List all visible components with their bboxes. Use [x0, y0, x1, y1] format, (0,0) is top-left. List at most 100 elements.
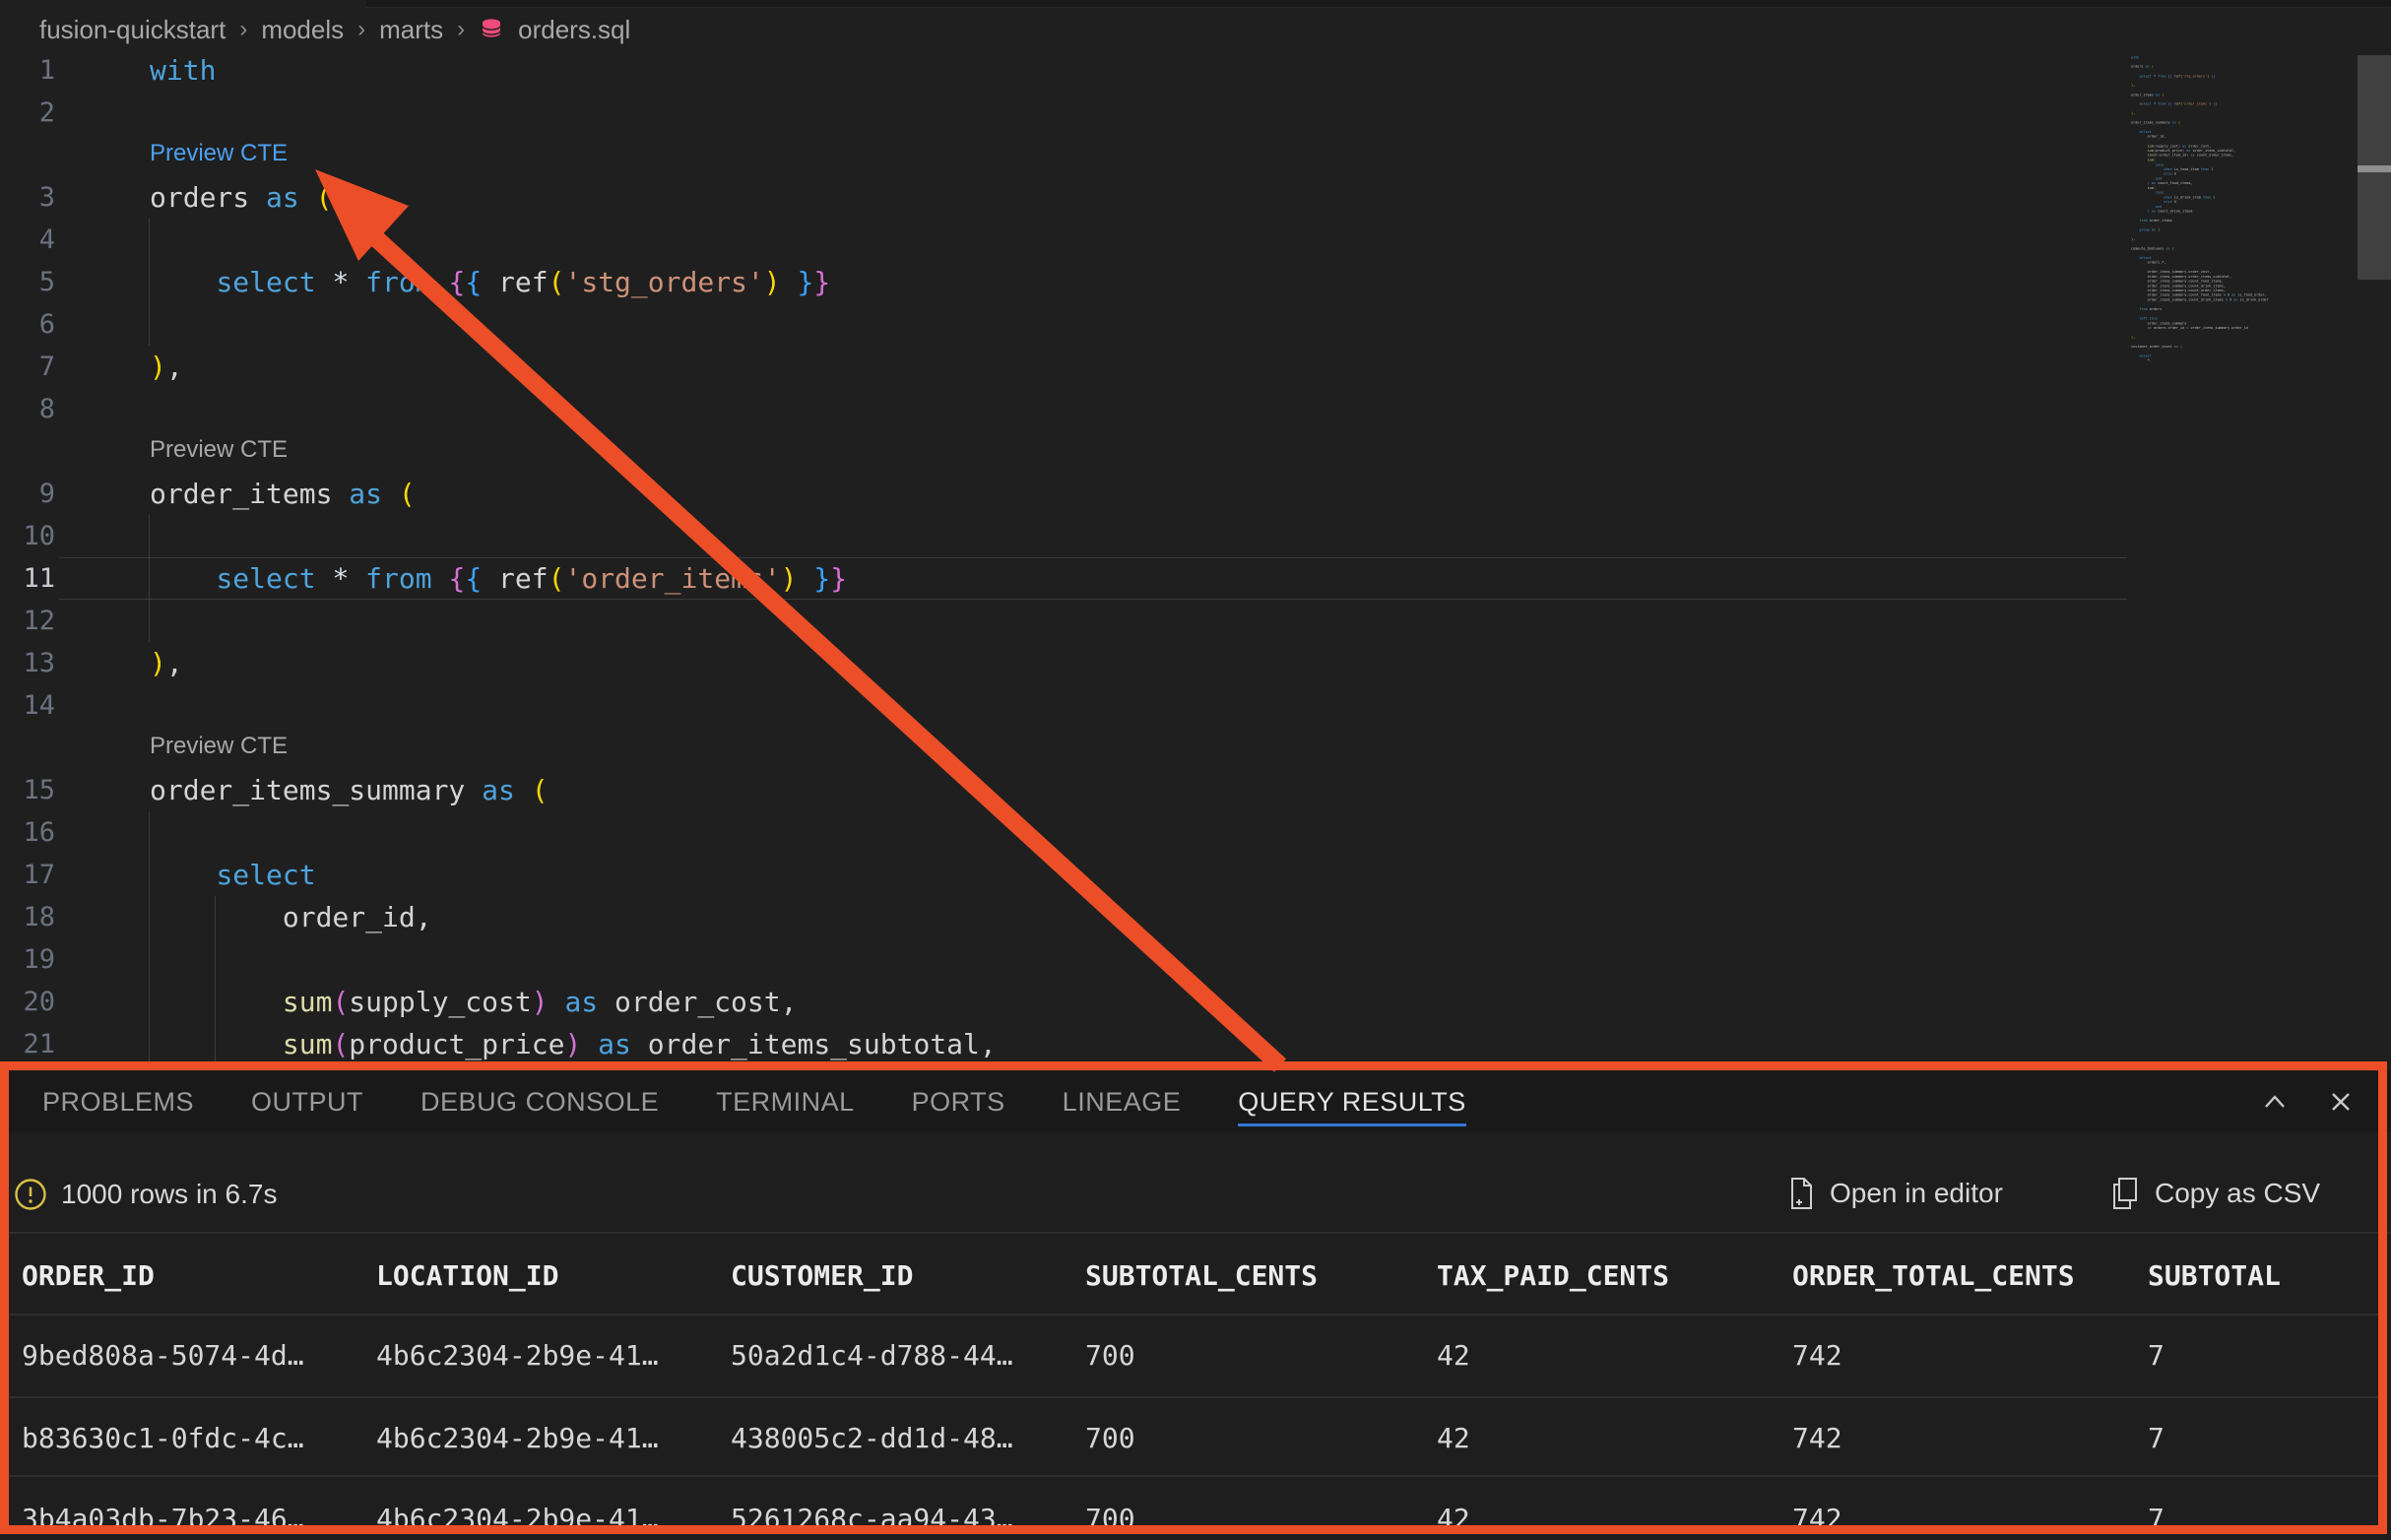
line-number: 1	[0, 49, 55, 92]
table-row[interactable]: 3b4a03db-7b23-46…4b6c2304-2b9e-41…526126…	[0, 1475, 2383, 1540]
column-header: SUBTOTAL	[2148, 1259, 2383, 1314]
panel-tab-query-results[interactable]: QUERY RESULTS	[1238, 1071, 1466, 1132]
scrollbar-marker	[2358, 165, 2391, 172]
code-line[interactable]: sum(product_price) as order_items_subtot…	[150, 1023, 997, 1065]
table-cell[interactable]: b83630c1-0fdc-4c…	[22, 1422, 376, 1475]
minimap[interactable]: with orders as ( select * from {{ ref('s…	[2131, 55, 2356, 366]
table-cell[interactable]: 4b6c2304-2b9e-41…	[376, 1422, 731, 1475]
editor-scrollbar[interactable]	[2358, 43, 2391, 1061]
code-line[interactable]: order_items_summary as (	[150, 769, 549, 811]
code-row: 15 order_items_summary as (	[0, 769, 2391, 811]
table-cell[interactable]: 742	[1792, 1339, 2148, 1396]
code-row: 5 select * from {{ ref('stg_orders') }}	[0, 261, 2391, 303]
breadcrumb-item-fusion-quickstart[interactable]: fusion-quickstart	[39, 15, 226, 45]
code-line[interactable]: order_id,	[150, 896, 432, 938]
table-cell[interactable]: 742	[1792, 1422, 2148, 1475]
copy-as-csv-label: Copy as CSV	[2155, 1174, 2320, 1213]
open-in-editor-button[interactable]: Open in editor	[1786, 1174, 2003, 1213]
panel-maximize-button[interactable]	[2256, 1083, 2294, 1121]
line-number: 9	[0, 473, 55, 515]
table-cell[interactable]: 42	[1437, 1503, 1792, 1540]
table-cell[interactable]: 4b6c2304-2b9e-41…	[376, 1503, 731, 1540]
breadcrumb-item-orders-sql[interactable]: orders.sql	[518, 15, 630, 45]
line-number: 3	[0, 176, 55, 219]
codelens-row: Preview CTE	[0, 727, 2391, 769]
table-cell[interactable]: 42	[1437, 1339, 1792, 1396]
table-cell[interactable]: 742	[1792, 1503, 2148, 1540]
panel-tab-terminal[interactable]: TERMINAL	[716, 1071, 855, 1132]
code-line[interactable]: order_items as (	[150, 473, 416, 515]
code-line[interactable]: select * from {{ ref('order_items') }}	[150, 557, 847, 600]
indent-guide	[149, 219, 150, 261]
code-row: 11 select * from {{ ref('order_items') }…	[0, 557, 2391, 600]
line-number: 4	[0, 219, 55, 261]
code-editor[interactable]: 1with2Preview CTE3orders as (45 select *…	[0, 49, 2391, 1065]
panel-tab-lineage[interactable]: LINEAGE	[1063, 1071, 1182, 1132]
code-line[interactable]: ),	[150, 642, 183, 684]
preview-cte-link[interactable]: Preview CTE	[150, 733, 288, 760]
code-line[interactable]: with	[150, 49, 216, 92]
table-cell[interactable]: 4b6c2304-2b9e-41…	[376, 1339, 731, 1396]
codelens-row: Preview CTE	[0, 430, 2391, 473]
table-row[interactable]: b83630c1-0fdc-4c…4b6c2304-2b9e-41…438005…	[0, 1396, 2383, 1475]
table-cell[interactable]: 7	[2148, 1503, 2383, 1540]
panel-tab-problems[interactable]: PROBLEMS	[42, 1071, 194, 1132]
table-cell[interactable]: 3b4a03db-7b23-46…	[22, 1503, 376, 1540]
table-cell[interactable]: 42	[1437, 1422, 1792, 1475]
panel-tab-debug-console[interactable]: DEBUG CONSOLE	[420, 1071, 659, 1132]
code-line[interactable]: select	[150, 854, 316, 896]
code-line[interactable]: sum(supply_cost) as order_cost,	[150, 981, 797, 1023]
code-line[interactable]: orders as (	[150, 176, 332, 219]
breadcrumb-item-marts[interactable]: marts	[379, 15, 443, 45]
line-number: 11	[0, 557, 55, 600]
line-number: 15	[0, 769, 55, 811]
code-row: 6	[0, 303, 2391, 346]
table-cell[interactable]: 9bed808a-5074-4d…	[22, 1339, 376, 1396]
line-number: 5	[0, 261, 55, 303]
line-number: 20	[0, 981, 55, 1023]
table-cell[interactable]: 5261268c-aa94-43…	[731, 1503, 1085, 1540]
column-header: SUBTOTAL_CENTS	[1085, 1259, 1437, 1314]
code-row: 3 orders as (	[0, 176, 2391, 219]
indent-guide	[149, 303, 150, 346]
code-line[interactable]: ),	[150, 346, 183, 388]
preview-cte-link[interactable]: Preview CTE	[150, 436, 288, 464]
table-cell[interactable]: 7	[2148, 1339, 2383, 1396]
code-line[interactable]: select * from {{ ref('stg_orders') }}	[150, 261, 830, 303]
table-cell[interactable]: 700	[1085, 1503, 1437, 1540]
panel-tab-output[interactable]: OUTPUT	[251, 1071, 363, 1132]
line-number: 19	[0, 938, 55, 981]
codelens-row: Preview CTE	[0, 134, 2391, 176]
table-cell[interactable]: 700	[1085, 1339, 1437, 1396]
indent-guide	[149, 938, 150, 981]
minimap-content: with orders as ( select * from {{ ref('s…	[2131, 55, 2206, 366]
open-file-icon	[1786, 1176, 1816, 1211]
table-cell[interactable]: 700	[1085, 1422, 1437, 1475]
column-header: ORDER_ID	[22, 1259, 376, 1314]
table-cell[interactable]: 438005c2-dd1d-48…	[731, 1422, 1085, 1475]
line-number: 7	[0, 346, 55, 388]
table-cell[interactable]: 7	[2148, 1422, 2383, 1475]
table-cell[interactable]: 50a2d1c4-d788-44…	[731, 1339, 1085, 1396]
copy-as-csv-button[interactable]: Copy as CSV	[2109, 1174, 2320, 1213]
column-header: TAX_PAID_CENTS	[1437, 1259, 1792, 1314]
copy-icon	[2109, 1176, 2141, 1211]
line-number: 10	[0, 515, 55, 557]
panel-close-button[interactable]	[2322, 1083, 2359, 1121]
indent-guide	[149, 515, 150, 557]
indent-guide	[149, 811, 150, 854]
warning-icon	[14, 1178, 47, 1216]
preview-cte-link[interactable]: Preview CTE	[150, 140, 288, 167]
code-row: 18 order_id,	[0, 896, 2391, 938]
breadcrumb-item-models[interactable]: models	[261, 15, 344, 45]
line-number: 13	[0, 642, 55, 684]
column-header: CUSTOMER_ID	[731, 1259, 1085, 1314]
line-number: 6	[0, 303, 55, 346]
panel-tab-ports[interactable]: PORTS	[912, 1071, 1005, 1132]
status-text: 1000 rows in 6.7s	[61, 1178, 277, 1211]
line-number: 14	[0, 684, 55, 727]
code-row: 9 order_items as (	[0, 473, 2391, 515]
code-row: 1 with	[0, 49, 2391, 92]
table-row[interactable]: 9bed808a-5074-4d…4b6c2304-2b9e-41…50a2d1…	[0, 1315, 2383, 1396]
column-header: LOCATION_ID	[376, 1259, 731, 1314]
